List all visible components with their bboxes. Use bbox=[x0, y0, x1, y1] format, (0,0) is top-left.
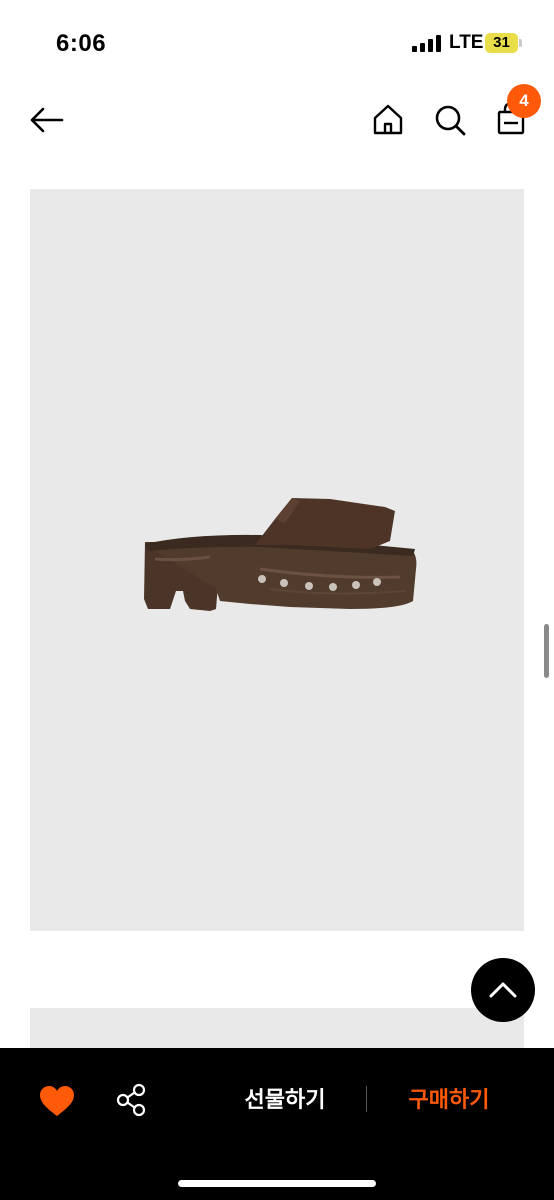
status-time: 6:06 bbox=[56, 30, 107, 57]
search-button[interactable] bbox=[428, 98, 472, 142]
search-icon bbox=[435, 105, 466, 136]
home-button[interactable] bbox=[366, 98, 410, 142]
top-navigation: 4 bbox=[0, 80, 554, 160]
scroll-to-top-button[interactable] bbox=[471, 958, 535, 1022]
status-bar: 6:06 LTE 31 bbox=[0, 0, 554, 80]
share-icon bbox=[116, 1083, 146, 1117]
product-image[interactable] bbox=[30, 189, 524, 931]
button-divider bbox=[366, 1086, 367, 1112]
scroll-indicator[interactable] bbox=[544, 624, 549, 678]
home-icon bbox=[373, 104, 403, 135]
product-sandal-image bbox=[144, 498, 417, 611]
arrow-left-icon bbox=[30, 107, 64, 133]
cellular-signal-icon bbox=[412, 34, 444, 52]
share-button[interactable] bbox=[114, 1082, 150, 1118]
cart-count-badge: 4 bbox=[507, 84, 541, 118]
gift-button[interactable]: 선물하기 bbox=[222, 1078, 348, 1122]
like-button[interactable] bbox=[38, 1084, 76, 1118]
buy-button[interactable]: 구매하기 bbox=[386, 1078, 512, 1122]
heart-icon bbox=[40, 1086, 74, 1116]
back-button[interactable] bbox=[24, 98, 68, 142]
chevron-up-icon bbox=[489, 982, 517, 998]
bottom-action-bar: 선물하기 구매하기 bbox=[0, 1048, 554, 1200]
home-indicator[interactable] bbox=[178, 1180, 376, 1187]
battery-level: 31 bbox=[493, 34, 510, 51]
network-type: LTE bbox=[449, 32, 484, 53]
battery-icon: 31 bbox=[485, 33, 522, 53]
